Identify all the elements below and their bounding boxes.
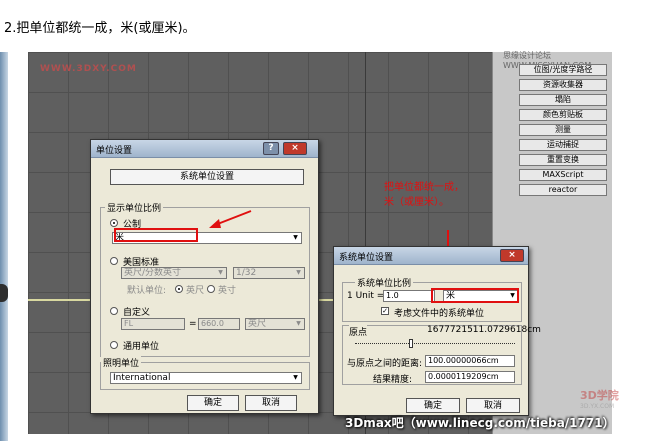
lighting-units-group: 照明单位 International ▼ bbox=[100, 356, 310, 390]
chevron-down-icon: ▼ bbox=[296, 320, 301, 327]
custom-unit-select[interactable]: 英尺 ▼ bbox=[245, 318, 305, 330]
generic-units-label: 通用单位 bbox=[123, 342, 160, 352]
units-setup-titlebar[interactable]: 单位设置 ? × bbox=[91, 140, 318, 158]
system-unit-setup-titlebar[interactable]: 系统单位设置 × bbox=[334, 247, 528, 265]
default-unit-label: 默认单位: bbox=[127, 286, 167, 296]
group-label: 照明单位 bbox=[101, 356, 142, 369]
slider-thumb[interactable] bbox=[409, 339, 413, 348]
chevron-down-icon: ▼ bbox=[293, 374, 298, 381]
origin-slider[interactable] bbox=[355, 338, 515, 350]
generic-units-radio[interactable] bbox=[110, 341, 118, 349]
distance-field[interactable]: 100.00000066cm bbox=[425, 355, 515, 367]
custom-label: 自定义 bbox=[123, 308, 151, 318]
accuracy-field: 0.0000119209cm bbox=[425, 371, 515, 383]
close-icon[interactable]: × bbox=[500, 249, 524, 262]
cancel-button[interactable]: 取消 bbox=[245, 395, 297, 411]
viewport-watermark: WWW.3DXY.COM bbox=[40, 64, 137, 74]
origin-group: 原点 1677721511.0729618cm 与原点之间的距离: 100.00… bbox=[342, 325, 541, 385]
chevron-down-icon: ▼ bbox=[218, 269, 223, 276]
distance-label: 与原点之间的距离: bbox=[347, 359, 423, 369]
logo: 3D学院 3D.YX.COM bbox=[566, 383, 626, 423]
unit-label: 1 Unit = bbox=[347, 291, 385, 301]
ok-button[interactable]: 确定 bbox=[406, 398, 460, 413]
dialog-title: 系统单位设置 bbox=[339, 253, 394, 263]
help-icon[interactable]: ? bbox=[263, 142, 279, 155]
origin-label: 原点 bbox=[349, 325, 368, 338]
system-unit-setup-button[interactable]: 系统单位设置 bbox=[110, 169, 304, 185]
left-window-edge bbox=[0, 52, 8, 441]
group-label: 系统单位比例 bbox=[355, 276, 414, 289]
accuracy-label: 结果精度: bbox=[373, 375, 413, 385]
utility-button[interactable]: reactor bbox=[519, 184, 607, 196]
side-handle[interactable] bbox=[0, 284, 8, 302]
inch-label: 英寸 bbox=[218, 286, 237, 296]
group-label: 显示单位比例 bbox=[105, 201, 164, 214]
caption: 2.把单位都统一成，米(或厘米)。 bbox=[4, 21, 196, 36]
lighting-units-value: International bbox=[113, 373, 171, 383]
us-fraction-value: 英尺/分数英寸 bbox=[124, 268, 182, 278]
equals-label: = bbox=[189, 319, 197, 329]
unit-scale-field[interactable]: 1.0 bbox=[383, 290, 435, 302]
lighting-units-select[interactable]: International ▼ bbox=[110, 372, 302, 384]
units-setup-dialog: 单位设置 ? × 系统单位设置 显示单位比例 公制 米 ▼ 美国标准 英尺/分数… bbox=[90, 139, 319, 414]
highlight-box bbox=[114, 228, 198, 242]
arrow-icon bbox=[209, 210, 252, 228]
logo-text: 3D学院 bbox=[580, 389, 619, 402]
system-unit-setup-dialog: 系统单位设置 × 系统单位比例 1 Unit = 1.0 米 ▼ ✓ 考虑文件中… bbox=[333, 246, 541, 416]
utility-button[interactable]: 运动捕捉 bbox=[519, 139, 607, 151]
utility-button[interactable]: 资源收集器 bbox=[519, 79, 607, 91]
annotation-line-2: 米（或厘米）。 bbox=[384, 197, 449, 208]
us-fraction-select[interactable]: 英尺/分数英寸 ▼ bbox=[121, 267, 227, 279]
utility-button[interactable]: 塌陷 bbox=[519, 94, 607, 106]
annotation-line-1: 把单位都统一成， bbox=[384, 182, 464, 193]
utility-button[interactable]: 颜色剪贴板 bbox=[519, 109, 607, 121]
consider-file-units-label: 考虑文件中的系统单位 bbox=[394, 309, 485, 319]
close-icon[interactable]: × bbox=[283, 142, 307, 155]
utility-button[interactable]: 测量 bbox=[519, 124, 607, 136]
chevron-down-icon: ▼ bbox=[293, 234, 298, 241]
metric-radio[interactable] bbox=[110, 219, 118, 227]
utility-button-list: 位图/光度学路径 资源收集器塌陷颜色剪贴板测量运动捕捉重置变换 MAXScript r… bbox=[501, 56, 607, 199]
utility-button[interactable]: 重置变换 bbox=[519, 154, 607, 166]
consider-file-units-checkbox[interactable]: ✓ bbox=[381, 307, 389, 315]
origin-value: 1677721511.0729618cm bbox=[427, 325, 541, 335]
inch-radio[interactable] bbox=[207, 285, 215, 293]
page-margin bbox=[612, 52, 657, 434]
us-precision-select[interactable]: 1/32 ▼ bbox=[233, 267, 305, 279]
custom-value-field[interactable]: 660.0 bbox=[198, 318, 240, 330]
custom-radio[interactable] bbox=[110, 307, 118, 315]
annotation-text: 把单位都统一成， 米（或厘米）。 bbox=[384, 180, 464, 210]
us-precision-value: 1/32 bbox=[236, 268, 257, 278]
utility-button[interactable]: 位图/光度学路径 bbox=[519, 64, 607, 76]
dialog-title: 单位设置 bbox=[96, 146, 133, 156]
chevron-down-icon: ▼ bbox=[296, 269, 301, 276]
custom-name-field[interactable]: FL bbox=[121, 318, 185, 330]
slider-track bbox=[355, 343, 515, 344]
custom-unit-value: 英尺 bbox=[248, 319, 267, 329]
us-standard-radio[interactable] bbox=[110, 257, 118, 265]
feet-radio[interactable] bbox=[175, 285, 183, 293]
utility-button[interactable]: MAXScript bbox=[519, 169, 607, 181]
feet-label: 英尺 bbox=[186, 286, 205, 296]
highlight-box bbox=[431, 288, 519, 303]
ok-button[interactable]: 确定 bbox=[187, 395, 239, 411]
logo-subtext: 3D.YX.COM bbox=[580, 403, 615, 410]
cancel-button[interactable]: 取消 bbox=[466, 398, 520, 413]
